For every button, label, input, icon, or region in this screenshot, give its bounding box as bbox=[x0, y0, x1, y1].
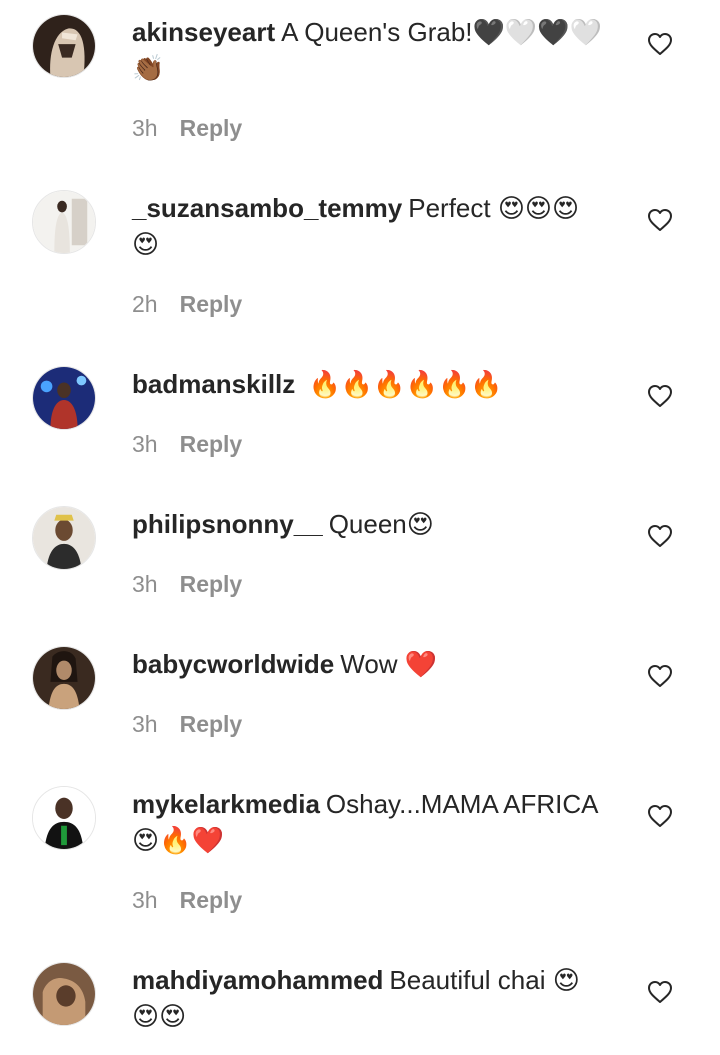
avatar[interactable] bbox=[32, 14, 96, 78]
avatar[interactable] bbox=[32, 190, 96, 254]
like-heart-icon[interactable] bbox=[647, 524, 673, 548]
reply-button[interactable]: Reply bbox=[180, 115, 243, 141]
avatar-image bbox=[33, 647, 95, 709]
avatar-image bbox=[33, 367, 95, 429]
avatar-image bbox=[33, 963, 95, 1025]
comment-username[interactable]: badmanskillz bbox=[132, 369, 295, 399]
reply-button[interactable]: Reply bbox=[180, 711, 243, 737]
comment-meta: 3h Reply bbox=[132, 114, 242, 142]
like-heart-icon[interactable] bbox=[647, 804, 673, 828]
comment-username[interactable]: babycworldwide bbox=[132, 649, 334, 679]
comment-item: _suzansambo_temmy Perfect 😍😍😍😍 2h Reply bbox=[0, 190, 720, 330]
comment-body: philipsnonny__ Queen😍 bbox=[132, 506, 602, 542]
comment-item: mahdiyamohammed Beautiful chai 😍😍😍 bbox=[0, 962, 720, 1055]
comment-body: _suzansambo_temmy Perfect 😍😍😍😍 bbox=[132, 190, 602, 262]
like-heart-icon[interactable] bbox=[647, 32, 673, 56]
avatar[interactable] bbox=[32, 506, 96, 570]
comment-username[interactable]: _suzansambo_temmy bbox=[132, 193, 402, 223]
comment-time: 3h bbox=[132, 711, 158, 737]
comment-item: badmanskillz 🔥🔥🔥🔥🔥🔥 3h Reply bbox=[0, 366, 720, 466]
comment-time: 3h bbox=[132, 431, 158, 457]
reply-button[interactable]: Reply bbox=[180, 431, 243, 457]
comment-item: mykelarkmedia Oshay...MAMA AFRICA😍🔥❤️ 3h R… bbox=[0, 786, 720, 926]
comment-username[interactable]: akinseyeart bbox=[132, 17, 275, 47]
avatar[interactable] bbox=[32, 962, 96, 1026]
comment-body: mahdiyamohammed Beautiful chai 😍😍😍 bbox=[132, 962, 602, 1034]
comment-time: 3h bbox=[132, 571, 158, 597]
avatar-image bbox=[33, 787, 95, 849]
comment-meta: 3h Reply bbox=[132, 430, 242, 458]
comment-time: 3h bbox=[132, 115, 158, 141]
avatar[interactable] bbox=[32, 786, 96, 850]
like-heart-icon[interactable] bbox=[647, 664, 673, 688]
comment-text: Wow ❤️ bbox=[340, 649, 438, 679]
avatar-image bbox=[33, 191, 95, 253]
like-heart-icon[interactable] bbox=[647, 208, 673, 232]
comment-meta: 3h Reply bbox=[132, 570, 242, 598]
avatar[interactable] bbox=[32, 646, 96, 710]
avatar-image bbox=[33, 15, 95, 77]
comment-time: 3h bbox=[132, 887, 158, 913]
comment-item: akinseyeart A Queen's Grab!🖤🤍🖤🤍👏🏾 3h Reply bbox=[0, 14, 720, 154]
avatar-image bbox=[33, 507, 95, 569]
comment-meta: 3h Reply bbox=[132, 710, 242, 738]
comment-item: babycworldwide Wow ❤️ 3h Reply bbox=[0, 646, 720, 746]
reply-button[interactable]: Reply bbox=[180, 571, 243, 597]
comment-username[interactable]: mykelarkmedia bbox=[132, 789, 320, 819]
comment-text: 🔥🔥🔥🔥🔥🔥 bbox=[301, 369, 503, 399]
reply-button[interactable]: Reply bbox=[180, 887, 243, 913]
comment-time: 2h bbox=[132, 291, 158, 317]
like-heart-icon[interactable] bbox=[647, 384, 673, 408]
comment-body: babycworldwide Wow ❤️ bbox=[132, 646, 602, 682]
like-heart-icon[interactable] bbox=[647, 980, 673, 1004]
comment-text: Queen😍 bbox=[328, 509, 434, 539]
comment-body: mykelarkmedia Oshay...MAMA AFRICA😍🔥❤️ bbox=[132, 786, 602, 858]
avatar[interactable] bbox=[32, 366, 96, 430]
comment-item: philipsnonny__ Queen😍 3h Reply bbox=[0, 506, 720, 606]
comment-meta: 3h Reply bbox=[132, 886, 242, 914]
comment-username[interactable]: philipsnonny__ bbox=[132, 509, 323, 539]
comments-list: akinseyeart A Queen's Grab!🖤🤍🖤🤍👏🏾 3h Reply… bbox=[0, 0, 720, 1055]
comment-username[interactable]: mahdiyamohammed bbox=[132, 965, 383, 995]
comment-meta: 2h Reply bbox=[132, 290, 242, 318]
comment-body: badmanskillz 🔥🔥🔥🔥🔥🔥 bbox=[132, 366, 602, 402]
comment-body: akinseyeart A Queen's Grab!🖤🤍🖤🤍👏🏾 bbox=[132, 14, 602, 86]
reply-button[interactable]: Reply bbox=[180, 291, 243, 317]
